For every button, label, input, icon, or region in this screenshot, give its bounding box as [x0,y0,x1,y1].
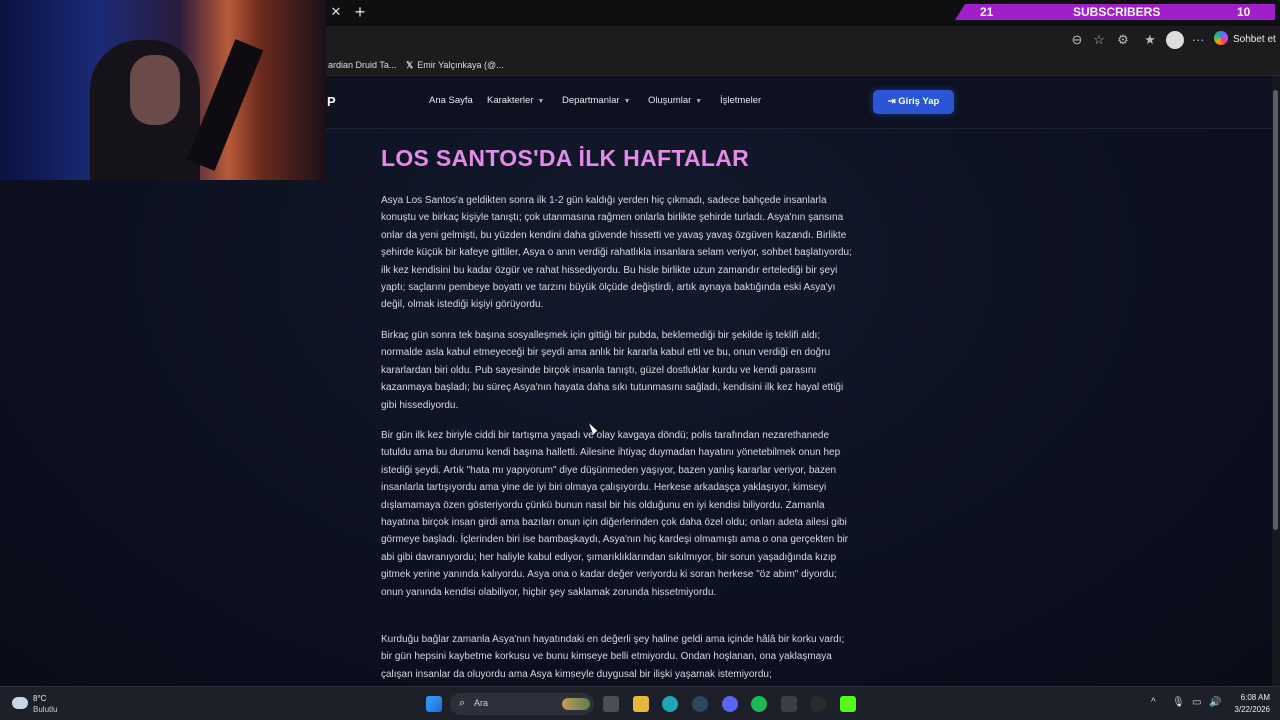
task-view-icon[interactable] [603,696,619,712]
bookmark-item[interactable]: ardian Druid Ta... [328,57,396,73]
article-title: LOS SANTOS'DA İLK HAFTALAR [381,145,750,171]
terminal-icon[interactable] [781,696,797,712]
nav-characters-label: Karakterler [487,95,534,106]
volume-icon[interactable]: 🔊 [1209,697,1221,708]
search-icon: ⌕ [459,697,466,709]
microphone-icon[interactable]: 🎙 [1172,697,1185,708]
favorites-icon[interactable]: ★ [1141,31,1159,49]
article-paragraph: Bir gün ilk kez biriyle ciddi bir tartış… [381,430,849,598]
nav-organizations-label: Oluşumlar [648,95,692,106]
clock-time[interactable]: 6:08 AM [1232,693,1270,702]
bookmark-label: Emir Yalçınkaya (@... [417,60,504,70]
login-icon: ⇥ [887,96,899,107]
steam-icon[interactable] [692,696,708,712]
spotify-icon[interactable] [751,696,767,712]
nav-organizations[interactable]: Oluşumlar ▼ [648,95,702,106]
chevron-up-icon[interactable]: ^ [1151,697,1156,708]
nav-businesses[interactable]: İşletmeler [720,95,761,106]
reader-mode-icon[interactable]: ⊖ [1068,31,1086,49]
close-tab-button[interactable]: ✕ [328,4,344,20]
chevron-down-icon: ▼ [537,98,545,105]
nav-departments[interactable]: Departmanlar ▼ [562,95,631,106]
copilot-button[interactable]: Sohbet et [1214,30,1280,50]
search-highlight-image [562,698,590,710]
windows-start-icon[interactable] [426,696,442,712]
login-button[interactable]: ⇥ Giriş Yap [873,90,954,114]
chevron-down-icon: ▼ [623,98,631,105]
chevron-down-icon: ▼ [695,98,703,105]
article-paragraph: Birkaç gün sonra tek başına sosyalleşmek… [381,330,844,411]
cloud-icon[interactable] [12,697,28,709]
clock-date[interactable]: 3/22/2026 [1226,705,1270,714]
page-scrollbar-thumb[interactable] [1273,90,1278,530]
login-label: Giriş Yap [898,96,940,107]
profile-avatar[interactable] [1166,31,1184,49]
search-label: Ara [474,698,489,708]
weather-description[interactable]: Bulutlu [33,705,57,714]
article-paragraph: Asya Los Santos'a geldikten sonra ilk 1-… [381,195,852,311]
bookmark-item[interactable]: 𝕏 Emir Yalçınkaya (@... [406,57,504,73]
article-paragraph: Kurduğu bağlar zamanla Asya'nın hayatınd… [381,634,845,680]
streamer-face [130,55,180,125]
obs-icon[interactable] [810,696,826,712]
copilot-label: Sohbet et [1233,34,1276,45]
taskbar-search[interactable]: ⌕ Ara [450,693,594,715]
extensions-icon[interactable]: ⚙ [1114,31,1132,49]
webcam-overlay [0,0,326,180]
discord-icon[interactable] [722,696,738,712]
windows-taskbar: 8°C Bulutlu ⌕ Ara ^ 🎙 ▭ 🔊 6:08 AM 3/22/2… [0,686,1280,720]
favorite-star-icon[interactable]: ☆ [1090,31,1108,49]
new-tab-button[interactable]: + [350,2,370,22]
site-logo[interactable]: P [327,94,336,109]
menu-icon[interactable]: ··· [1189,31,1207,49]
nav-departments-label: Departmanlar [562,95,620,106]
copilot-icon [1214,31,1228,45]
edge-browser-icon[interactable] [662,696,678,712]
weather-temperature[interactable]: 8°C [33,694,46,703]
kick-icon[interactable] [840,696,856,712]
subscribers-left-count: 21 [980,5,994,19]
nav-characters[interactable]: Karakterler ▼ [487,95,544,106]
subscribers-label: SUBSCRIBERS [1073,5,1161,19]
subscribers-overlay: 21 SUBSCRIBERS 10 [955,4,1275,20]
nav-home[interactable]: Ana Sayfa [429,95,473,106]
file-explorer-icon[interactable] [633,696,649,712]
x-logo-icon: 𝕏 [406,60,414,70]
subscribers-right-count: 10 [1237,5,1251,19]
battery-icon[interactable]: ▭ [1192,697,1201,708]
